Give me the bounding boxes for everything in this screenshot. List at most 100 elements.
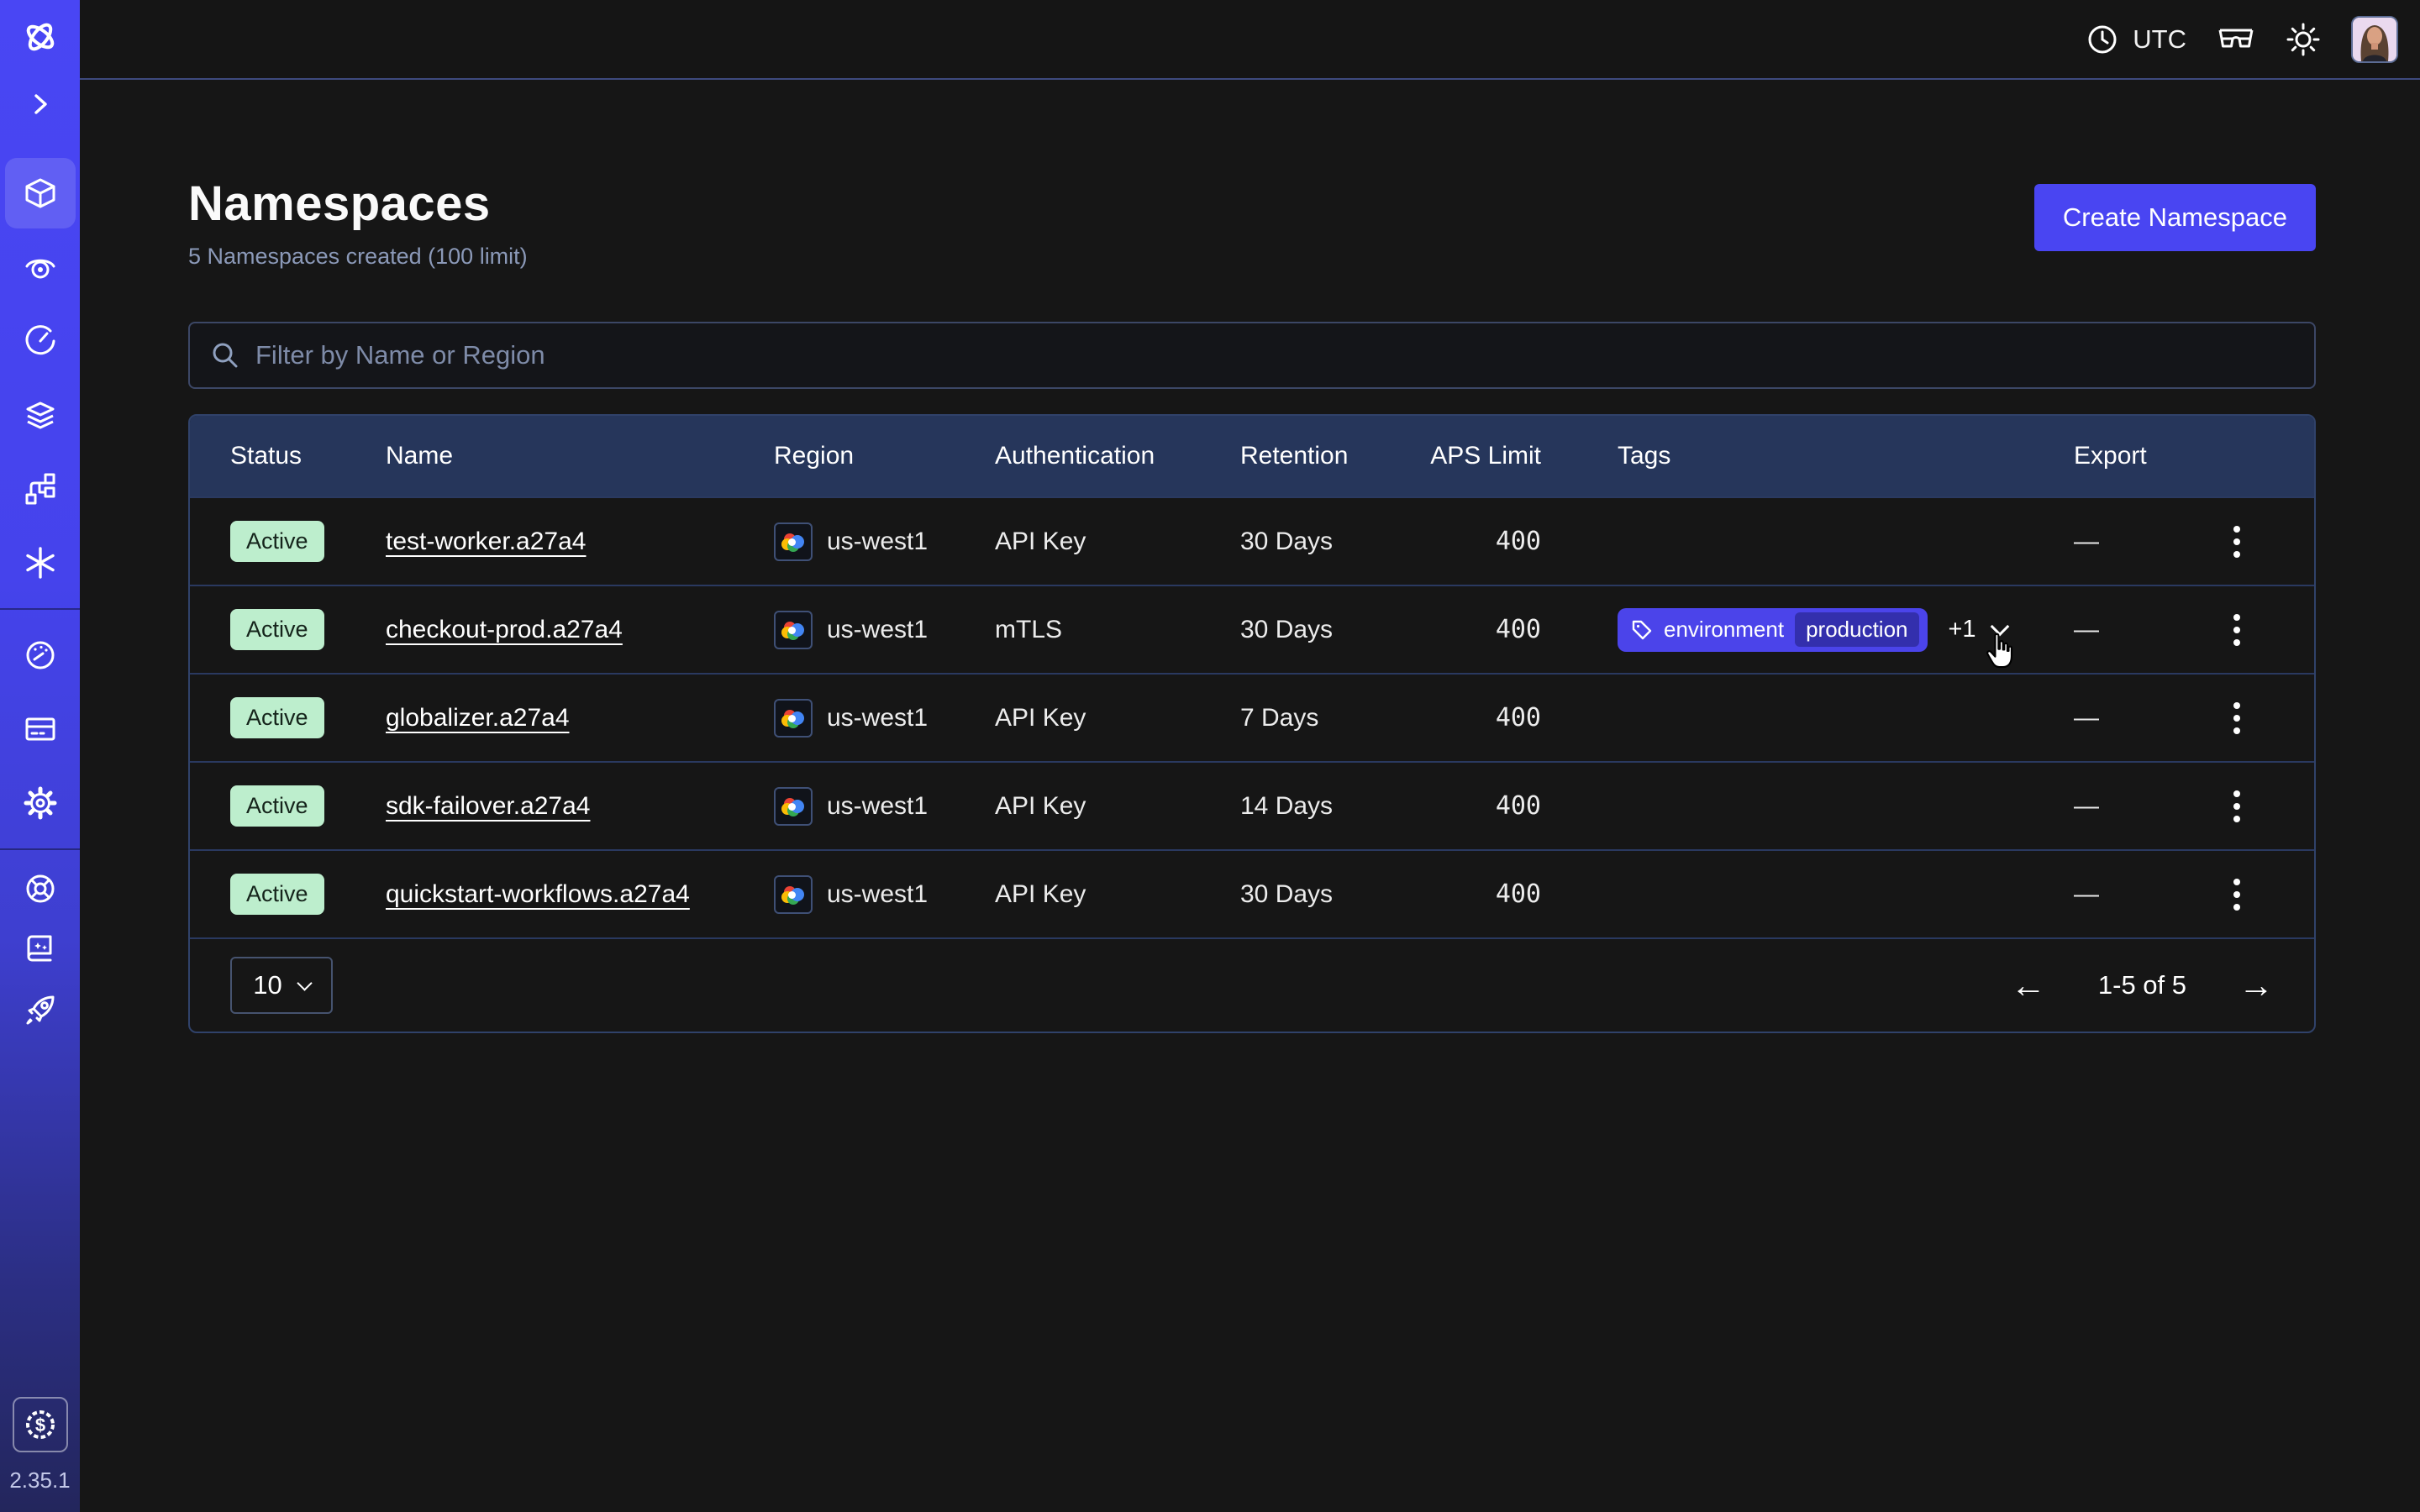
tag-badge[interactable]: environment production [1618, 608, 1928, 652]
auth-method: API Key [995, 792, 1240, 821]
app-version: 2.35.1 [9, 1467, 70, 1494]
svg-text:$: $ [34, 1415, 45, 1436]
sidebar-item-namespaces[interactable] [0, 156, 80, 230]
export-value: — [2074, 880, 2196, 909]
sidebar-item-support[interactable] [0, 858, 80, 919]
sidebar-item-settings[interactable] [0, 766, 80, 840]
region-label: us-west1 [827, 616, 928, 644]
timezone-label: UTC [2133, 24, 2186, 55]
sidebar-item-getting-started[interactable] [0, 979, 80, 1040]
col-header-retention: Retention [1240, 442, 1430, 470]
gcp-region-icon [774, 611, 813, 649]
export-value: — [2074, 616, 2196, 644]
row-actions-menu-button[interactable] [2222, 517, 2252, 566]
retention-value: 30 Days [1240, 616, 1430, 644]
table-row: Active globalizer.a27a4 us-west1 API Key… [190, 673, 2314, 761]
temporal-logo[interactable] [0, 0, 80, 74]
namespaces-table: Status Name Region Authentication Retent… [188, 414, 2316, 1033]
namespace-link[interactable]: checkout-prod.a27a4 [386, 616, 623, 643]
gcp-region-icon [774, 787, 813, 826]
namespaces-cube-icon [23, 176, 58, 211]
user-avatar[interactable] [2351, 16, 2398, 63]
page-size-select[interactable]: 10 [230, 957, 333, 1014]
region-label: us-west1 [827, 792, 928, 821]
auth-method: API Key [995, 704, 1240, 732]
table-header-row: Status Name Region Authentication Retent… [190, 416, 2314, 496]
namespace-link[interactable]: test-worker.a27a4 [386, 528, 586, 555]
pagination-bar: 10 ← 1-5 of 5 → [190, 937, 2314, 1032]
aps-limit-value: 400 [1430, 703, 1541, 732]
sidebar-item-billing[interactable] [0, 692, 80, 766]
tags-expand-button[interactable]: +1 [1949, 616, 2007, 643]
theme-toggle-button[interactable] [2286, 22, 2321, 57]
branch-icon [23, 471, 58, 507]
table-row: Active sdk-failover.a27a4 us-west1 API K… [190, 761, 2314, 849]
aps-limit-value: 400 [1430, 791, 1541, 821]
namespace-link[interactable]: globalizer.a27a4 [386, 704, 570, 732]
next-page-button[interactable]: → [2238, 968, 2274, 1003]
temporal-logo-icon [21, 18, 60, 56]
timezone-selector[interactable]: UTC [2086, 23, 2186, 56]
row-actions-menu-button[interactable] [2222, 606, 2252, 654]
sidebar-item-nexus[interactable] [0, 526, 80, 600]
tag-value: production [1795, 612, 1918, 647]
retention-value: 14 Days [1240, 792, 1430, 821]
main-content: Namespaces 5 Namespaces created (100 lim… [80, 81, 2420, 1512]
col-header-authentication: Authentication [995, 442, 1240, 470]
page-size-value: 10 [253, 970, 281, 1000]
sidebar-item-insights[interactable] [0, 230, 80, 304]
tags-more-count: +1 [1949, 616, 1976, 643]
docs-book-icon [24, 932, 57, 966]
chevron-right-icon [29, 92, 52, 116]
gcp-region-icon [774, 875, 813, 914]
namespace-link[interactable]: sdk-failover.a27a4 [386, 792, 591, 820]
sidebar-item-docs[interactable] [0, 919, 80, 979]
gcp-region-icon [774, 522, 813, 561]
col-header-region: Region [774, 442, 995, 470]
labs-toggle-button[interactable] [2217, 25, 2255, 54]
retention-value: 7 Days [1240, 704, 1430, 732]
table-row: Active test-worker.a27a4 us-west1 API Ke… [190, 496, 2314, 585]
search-icon [210, 340, 240, 370]
table-row: Active checkout-prod.a27a4 us-west1 mTLS… [190, 585, 2314, 673]
billing-card-icon [23, 711, 58, 747]
chevron-down-icon [297, 975, 312, 990]
region-label: us-west1 [827, 528, 928, 556]
row-actions-menu-button[interactable] [2222, 870, 2252, 919]
life-ring-icon [23, 871, 58, 906]
tag-key: environment [1664, 617, 1784, 643]
sidebar-item-usage[interactable] [0, 618, 80, 692]
create-namespace-button[interactable]: Create Namespace [2034, 184, 2316, 251]
status-badge: Active [230, 521, 324, 562]
page-title: Namespaces [188, 176, 528, 232]
row-actions-menu-button[interactable] [2222, 782, 2252, 831]
row-actions-menu-button[interactable] [2222, 694, 2252, 743]
export-value: — [2074, 528, 2196, 556]
previous-page-button[interactable]: ← [2011, 968, 2046, 1003]
sidebar-item-connectivity[interactable] [0, 452, 80, 526]
credits-badge-icon: $ [22, 1406, 59, 1443]
topbar: UTC [80, 0, 2420, 80]
sidebar-item-deployments[interactable] [0, 378, 80, 452]
sidebar: $ 2.35.1 [0, 0, 80, 1512]
sidebar-expand-button[interactable] [0, 74, 80, 134]
sidebar-item-schedules[interactable] [0, 304, 80, 378]
status-badge: Active [230, 609, 324, 650]
gauge-icon [23, 638, 58, 673]
aps-limit-value: 400 [1430, 879, 1541, 909]
col-header-tags: Tags [1541, 442, 2074, 470]
filter-input[interactable] [255, 340, 2294, 370]
avatar-image [2353, 18, 2396, 61]
rocket-icon [23, 992, 58, 1027]
filter-bar[interactable] [188, 322, 2316, 389]
region-label: us-west1 [827, 880, 928, 909]
chevron-down-icon [1990, 617, 2009, 636]
pagination-range: 1-5 of 5 [2098, 970, 2186, 1000]
sidebar-divider [0, 608, 80, 610]
region-label: us-west1 [827, 704, 928, 732]
tag-icon [1631, 619, 1653, 641]
status-badge: Active [230, 697, 324, 738]
auth-method: mTLS [995, 616, 1240, 644]
credits-button[interactable]: $ [13, 1397, 68, 1452]
namespace-link[interactable]: quickstart-workflows.a27a4 [386, 880, 690, 908]
